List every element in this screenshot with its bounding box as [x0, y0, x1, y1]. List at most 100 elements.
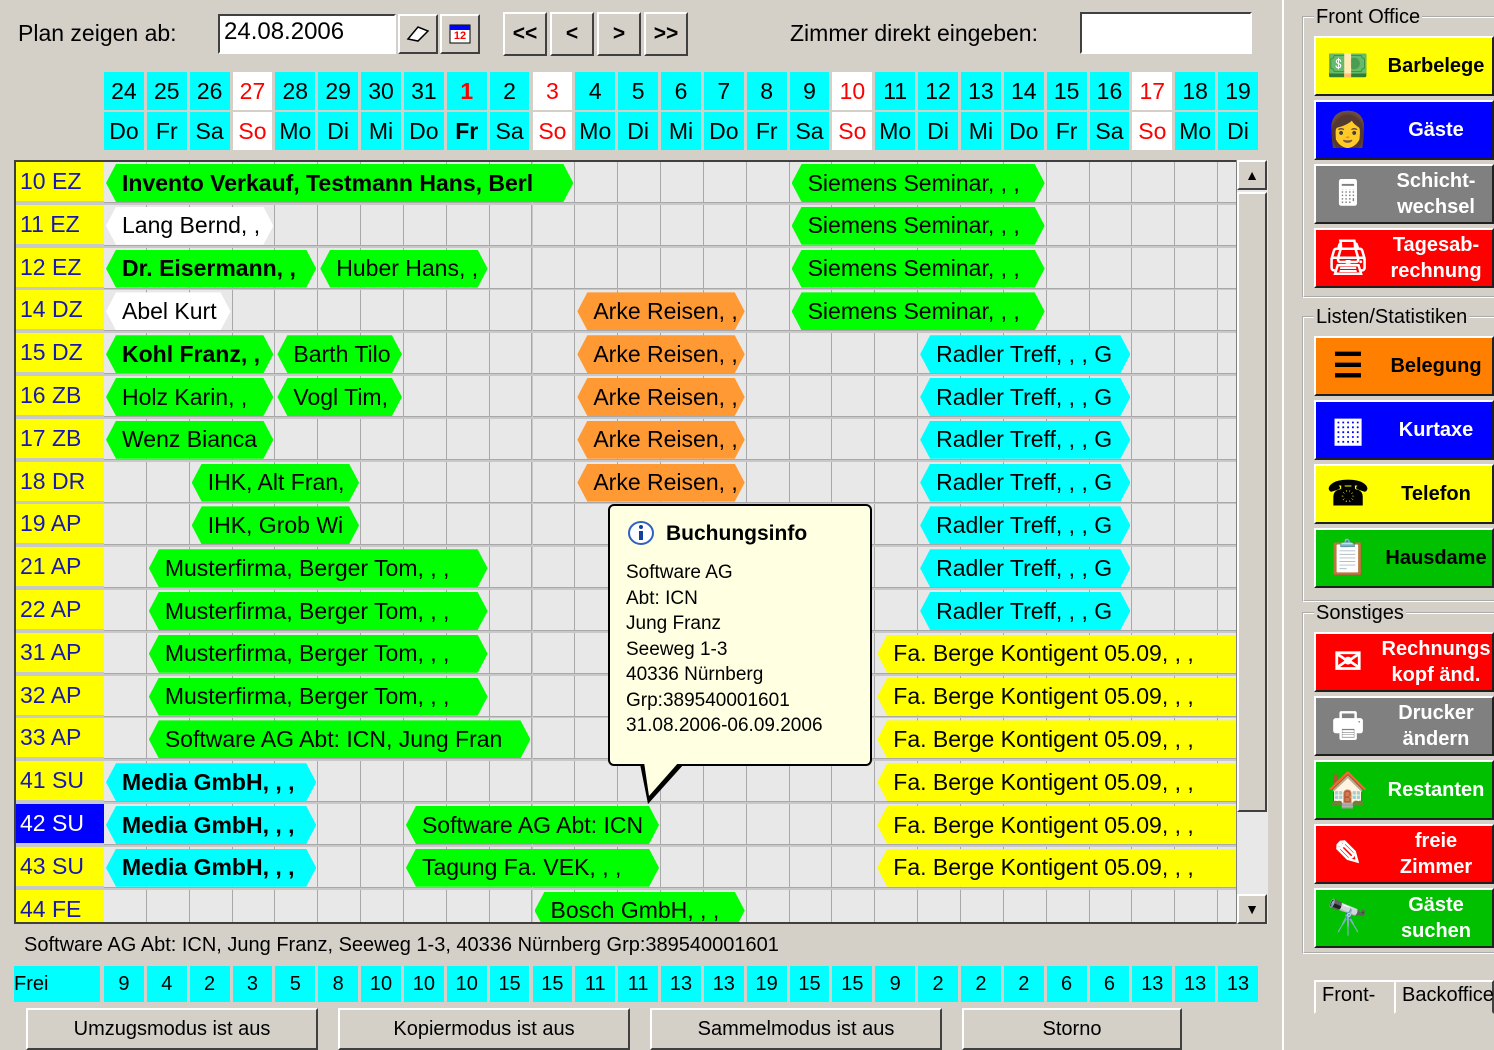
grid-cell[interactable] — [1132, 590, 1176, 631]
grid-cell[interactable] — [1132, 461, 1176, 503]
grid-cell[interactable] — [832, 846, 876, 888]
grid-cell[interactable] — [361, 204, 404, 246]
grid-cell[interactable] — [489, 290, 533, 332]
grid-cell[interactable] — [1218, 889, 1236, 922]
scroll-up-icon[interactable]: ▲ — [1237, 160, 1267, 190]
grid-cell[interactable] — [489, 632, 533, 674]
grid-cell[interactable] — [746, 376, 790, 417]
grid-cell[interactable] — [1132, 162, 1176, 203]
grid-cell[interactable] — [318, 846, 362, 888]
grid-cell[interactable] — [232, 889, 276, 922]
calendar-icon[interactable]: 12 — [440, 14, 480, 54]
grid-cell[interactable] — [446, 418, 490, 460]
grid-cell[interactable] — [318, 761, 362, 803]
tab-backoffice[interactable]: Backoffice — [1394, 980, 1494, 1014]
grid-cell[interactable] — [746, 889, 790, 922]
grid-cell[interactable] — [575, 247, 619, 289]
mode-button[interactable]: Umzugsmodus ist aus — [26, 1008, 318, 1050]
grid-cell[interactable] — [403, 204, 447, 246]
grid-cell[interactable] — [446, 333, 490, 375]
last-page-button[interactable]: >> — [644, 12, 688, 56]
grid-cell[interactable] — [746, 333, 790, 375]
prev-page-button[interactable]: < — [550, 12, 594, 56]
grid-cell[interactable] — [618, 204, 662, 246]
grid-cell[interactable] — [446, 290, 490, 332]
grid-cell[interactable] — [318, 804, 362, 845]
grid-cell[interactable] — [746, 461, 790, 503]
grid-cell[interactable] — [875, 376, 919, 417]
grid-cell[interactable] — [1132, 418, 1176, 460]
grid-cell[interactable] — [1218, 504, 1236, 546]
vertical-scrollbar[interactable]: ▲ ▼ — [1236, 160, 1268, 924]
room-label[interactable]: 19 AP — [16, 504, 104, 546]
grid-cell[interactable] — [403, 461, 447, 503]
booking-bar[interactable]: Fa. Berge Kontigent 05.09, , , — [877, 763, 1236, 801]
grid-cell[interactable] — [446, 461, 490, 503]
grid-cell[interactable] — [575, 761, 619, 803]
grid-cell[interactable] — [661, 846, 704, 888]
room-direct-input[interactable] — [1080, 12, 1252, 54]
grid-cell[interactable] — [875, 547, 919, 589]
first-page-button[interactable]: << — [503, 12, 547, 56]
room-label[interactable]: 21 AP — [16, 547, 104, 589]
booking-bar[interactable]: Musterfirma, Berger Tom, , , — [149, 549, 488, 587]
grid-cell[interactable] — [532, 761, 576, 803]
grid-cell[interactable] — [875, 333, 919, 375]
grid-cell[interactable] — [1218, 590, 1236, 631]
grid-cell[interactable] — [832, 889, 876, 922]
grid-cell[interactable] — [1175, 376, 1219, 417]
grid-cell[interactable] — [1218, 162, 1236, 203]
grid-cell[interactable] — [1175, 547, 1219, 589]
grid-cell[interactable] — [489, 504, 533, 546]
booking-bar[interactable]: Arke Reisen, , — [577, 378, 744, 416]
booking-bar[interactable]: Arke Reisen, , — [577, 421, 744, 459]
grid-cell[interactable] — [446, 504, 490, 546]
booking-bar[interactable]: Radler Treff, , , G — [920, 421, 1130, 459]
grid-cell[interactable] — [875, 461, 919, 503]
room-label[interactable]: 33 AP — [16, 718, 104, 760]
grid-cell[interactable] — [489, 547, 533, 589]
grid-cell[interactable] — [361, 418, 404, 460]
mode-button[interactable]: Storno — [962, 1008, 1182, 1050]
grid-cell[interactable] — [1132, 504, 1176, 546]
booking-bar[interactable]: Media GmbH, , , — [106, 806, 316, 844]
booking-bar[interactable]: Barth Tilo — [277, 335, 402, 373]
grid-cell[interactable] — [1218, 290, 1236, 332]
grid-cell[interactable] — [1175, 889, 1219, 922]
panel-button[interactable]: 🔭 Gäste suchen — [1314, 888, 1494, 948]
booking-bar[interactable]: Radler Treff, , , G — [920, 378, 1130, 416]
grid-cell[interactable] — [532, 418, 576, 460]
booking-bar[interactable]: Musterfirma, Berger Tom, , , — [149, 592, 488, 630]
panel-button[interactable]: 🖶 Drucker ändern — [1314, 696, 1494, 756]
grid-cell[interactable] — [575, 162, 619, 203]
grid-cell[interactable] — [1089, 889, 1133, 922]
booking-bar[interactable]: Arke Reisen, , — [577, 464, 744, 502]
grid-cell[interactable] — [703, 162, 747, 203]
grid-cell[interactable] — [746, 846, 790, 888]
panel-button[interactable]: 🖨 Tagesab- rechnung — [1314, 228, 1494, 288]
room-label[interactable]: 12 EZ — [16, 247, 104, 289]
grid-cell[interactable] — [661, 162, 704, 203]
grid-cell[interactable] — [403, 889, 447, 922]
room-label[interactable]: 43 SU — [16, 846, 104, 888]
room-label[interactable]: 17 ZB — [16, 418, 104, 460]
room-label[interactable]: 32 AP — [16, 675, 104, 717]
grid-cell[interactable] — [403, 376, 447, 417]
grid-cell[interactable] — [446, 376, 490, 417]
grid-cell[interactable] — [532, 204, 576, 246]
grid-cell[interactable] — [446, 204, 490, 246]
booking-bar[interactable]: Tagung Fa. VEK, , , — [406, 849, 659, 887]
grid-cell[interactable] — [532, 718, 576, 760]
grid-cell[interactable] — [361, 504, 404, 546]
grid-cell[interactable] — [361, 804, 404, 845]
grid-cell[interactable] — [104, 547, 147, 589]
grid-cell[interactable] — [104, 675, 147, 717]
grid-cell[interactable] — [746, 290, 790, 332]
grid-cell[interactable] — [875, 590, 919, 631]
grid-cell[interactable] — [532, 547, 576, 589]
grid-cell[interactable] — [532, 376, 576, 417]
mode-button[interactable]: Kopiermodus ist aus — [338, 1008, 630, 1050]
room-label[interactable]: 18 DR — [16, 461, 104, 503]
grid-cell[interactable] — [789, 333, 833, 375]
booking-bar[interactable]: IHK, Alt Fran, — [192, 464, 359, 502]
